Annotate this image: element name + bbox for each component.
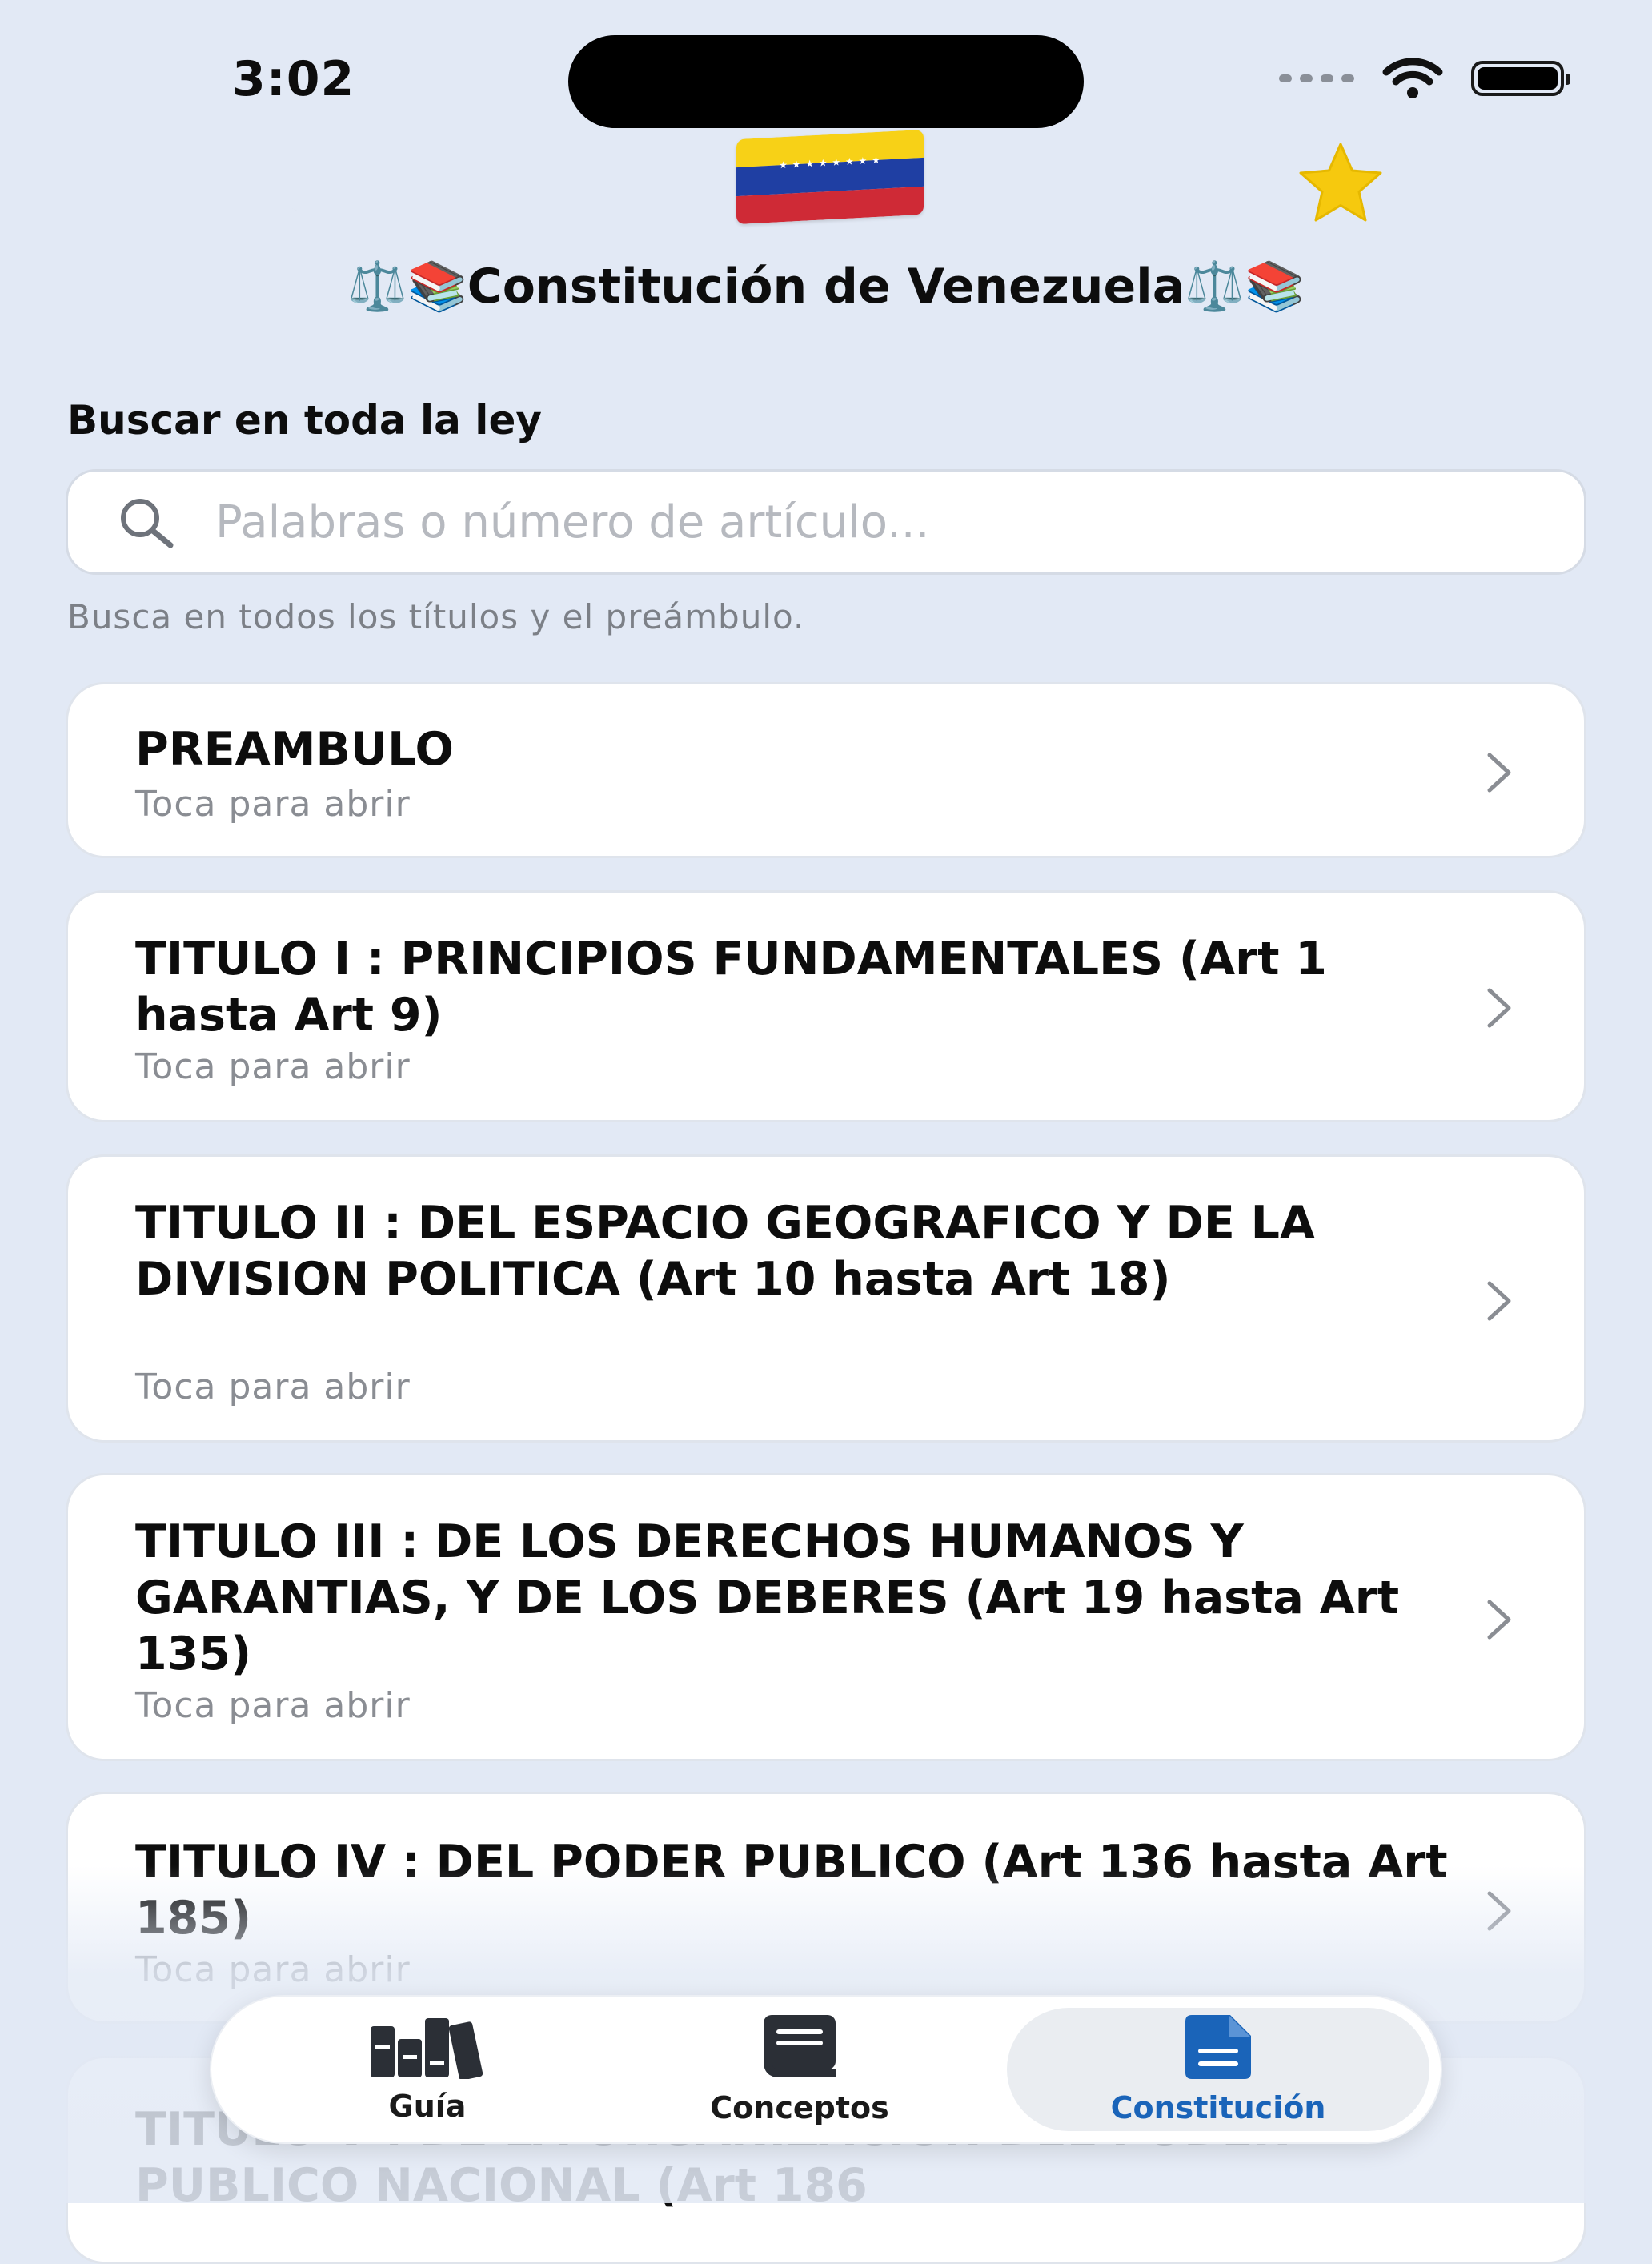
tab-constitucion[interactable]: Constitución [1007,2008,1429,2131]
section-title: PREAMBULO [135,723,454,776]
section-subtitle: Toca para abrir [135,1949,411,1990]
venezuela-flag: ★ ★ ★ ★ ★ ★ ★ ★ [736,129,924,225]
book-icon [764,2015,836,2077]
section-subtitle: Toca para abrir [135,1046,411,1087]
chevron-right-icon [1487,988,1511,1028]
tab-label: Conceptos [710,2090,889,2126]
status-icons [1279,56,1570,101]
books-icon [371,2018,483,2079]
star-icon [1299,143,1382,222]
search-input[interactable] [214,495,1530,549]
status-time: 3:02 [232,51,355,107]
search-hint: Busca en todos los títulos y el preámbul… [67,597,805,636]
search-icon [114,494,182,550]
tab-bar: Guía Conceptos Constitución [210,1995,1442,2144]
section-subtitle: Toca para abrir [135,1367,411,1407]
section-card-titulo-4[interactable]: TITULO IV : DEL PODER PUBLICO (Art 136 h… [66,1792,1586,2024]
section-card-titulo-3[interactable]: TITULO III : DE LOS DERECHOS HUMANOS Y G… [66,1473,1586,1761]
app-title-text: Constitución de Venezuela [467,259,1185,315]
tab-guia[interactable]: Guía [307,2008,547,2131]
tab-conceptos[interactable]: Conceptos [668,2008,932,2131]
chevron-right-icon [1487,1891,1511,1931]
wifi-icon [1382,58,1443,98]
section-title: TITULO II : DEL ESPACIO GEOGRAFICO Y DE … [135,1197,1316,1306]
cellular-signal-icon [1279,74,1354,82]
chevron-right-icon [1487,1281,1511,1321]
search-field[interactable] [66,469,1586,575]
scales-books-icon: ⚖️📚 [1185,259,1305,315]
battery-icon [1471,61,1570,96]
section-card-titulo-2[interactable]: TITULO II : DEL ESPACIO GEOGRAFICO Y DE … [66,1154,1586,1443]
section-title: TITULO III : DE LOS DERECHOS HUMANOS Y G… [135,1515,1400,1680]
document-icon [1185,2015,1251,2079]
section-subtitle: Toca para abrir [135,784,411,825]
app-title: ⚖️📚Constitución de Venezuela⚖️📚 [0,258,1652,315]
search-label: Buscar en toda la ley [67,397,542,444]
section-subtitle: Toca para abrir [135,1685,411,1726]
tab-label: Constitución [1110,2090,1326,2126]
section-title: TITULO I : PRINCIPIOS FUNDAMENTALES (Art… [135,933,1327,1042]
tab-label: Guía [388,2089,467,2124]
section-card-preambulo[interactable]: PREAMBULO Toca para abrir [66,682,1586,858]
moon-icon [274,156,344,215]
favorites-button[interactable] [1293,136,1389,232]
section-title: TITULO IV : DEL PODER PUBLICO (Art 136 h… [135,1836,1448,1945]
scales-books-icon: ⚖️📚 [347,259,467,315]
dark-mode-button[interactable] [256,136,352,232]
dynamic-island [568,35,1084,128]
chevron-right-icon [1487,753,1511,793]
chevron-right-icon [1487,1600,1511,1640]
section-card-titulo-1[interactable]: TITULO I : PRINCIPIOS FUNDAMENTALES (Art… [66,890,1586,1122]
